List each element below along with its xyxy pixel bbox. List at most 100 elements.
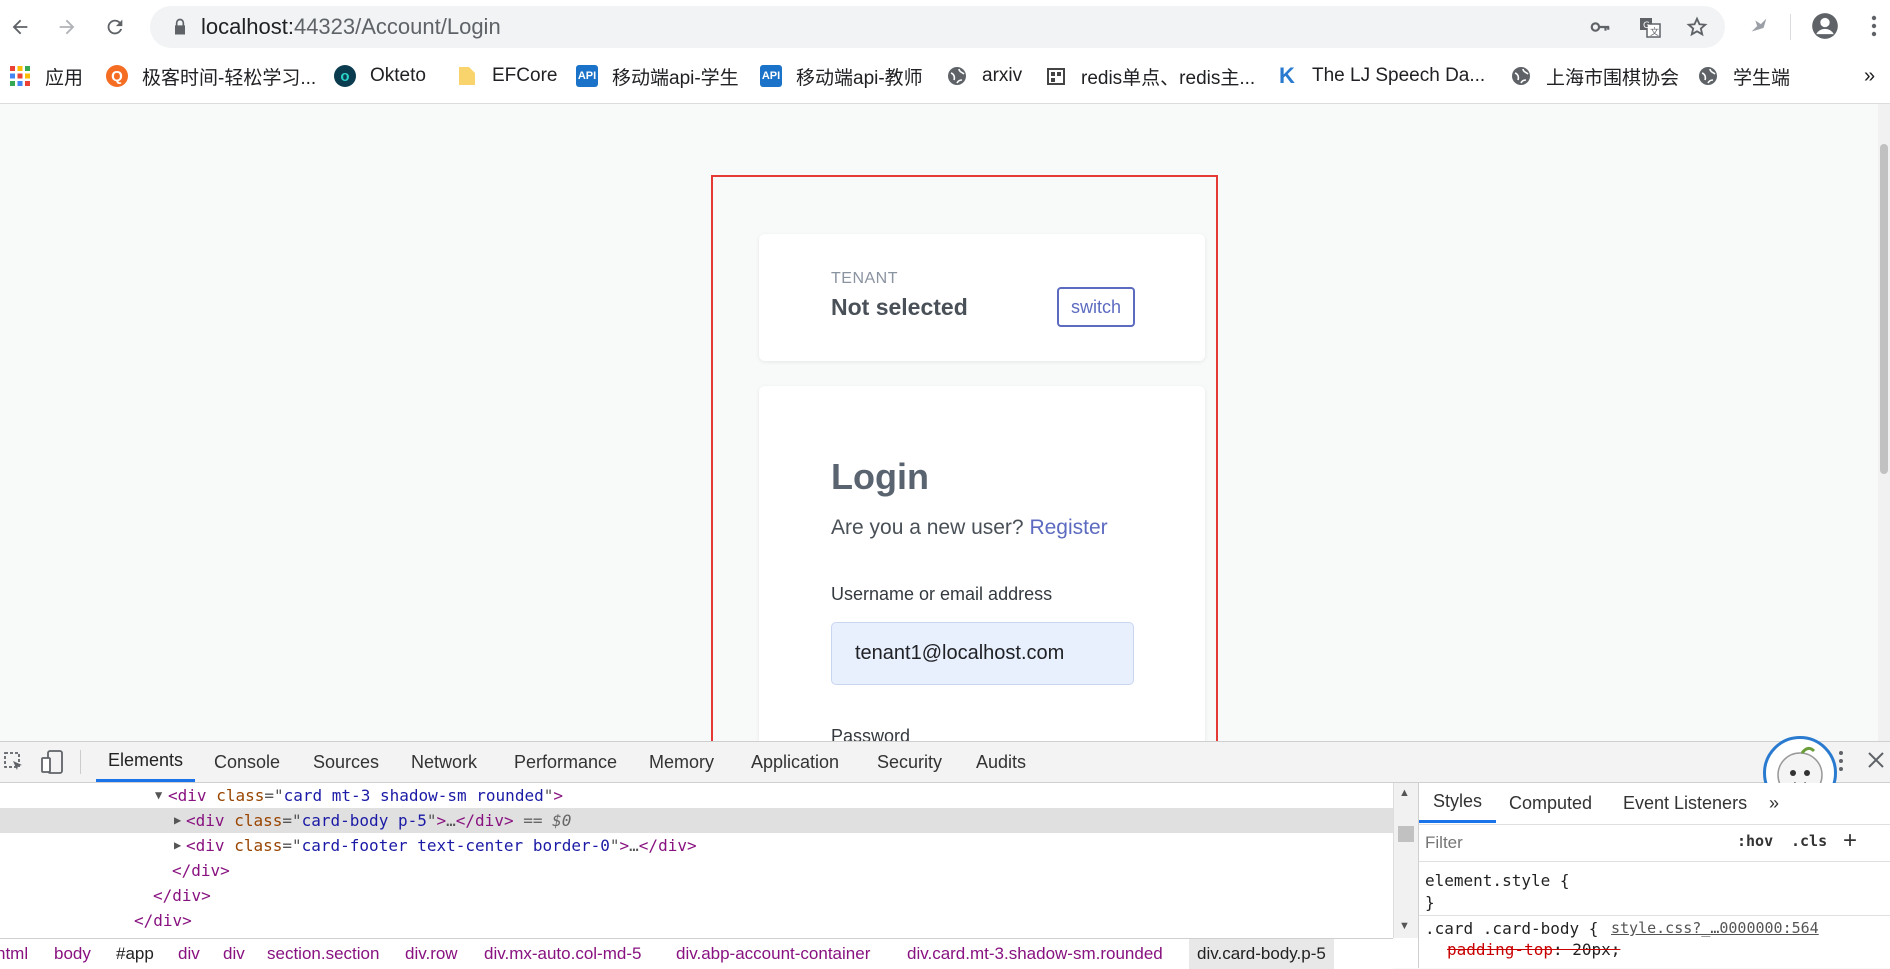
bookmark-api-student[interactable]: API 移动端api-学生	[576, 58, 739, 94]
dom-node-card-body-selected[interactable]: ▶ <div class="card-body p-5">…</div> == …	[0, 808, 1393, 833]
new-style-rule-button[interactable]: +	[1843, 827, 1857, 855]
bookmark-api-teacher[interactable]: API 移动端api-教师	[760, 58, 923, 94]
bookmark-ljspeech[interactable]: K The LJ Speech Da...	[1276, 58, 1485, 94]
breadcrumb-item[interactable]: div.row	[405, 939, 458, 969]
bookmark-weiqi[interactable]: 上海市围棋协会	[1510, 58, 1679, 94]
dom-closing-tag[interactable]: </div>	[0, 883, 1393, 908]
breadcrumb-item[interactable]: div	[223, 939, 245, 969]
breadcrumb-item[interactable]: html	[0, 939, 28, 969]
close-devtools-icon[interactable]	[1866, 750, 1888, 772]
tab-memory[interactable]: Memory	[649, 742, 714, 782]
address-bar[interactable]: localhost:44323/Account/Login G文	[150, 6, 1725, 48]
tab-audits[interactable]: Audits	[976, 742, 1026, 782]
collapsed-triangle-icon[interactable]: ▶	[174, 833, 181, 858]
dom-closing-tag[interactable]: </div>	[0, 858, 1393, 883]
device-toolbar-icon[interactable]	[40, 749, 64, 775]
rule-property: padding-top	[1447, 940, 1553, 959]
tab-sources[interactable]: Sources	[313, 742, 379, 782]
bookmark-student[interactable]: 学生端	[1697, 58, 1790, 94]
bookmark-geektime[interactable]: Q 极客时间-轻松学习...	[106, 58, 316, 94]
tab-event-listeners[interactable]: Event Listeners	[1623, 783, 1747, 823]
styles-pane: Styles Computed Event Listeners » :hov .…	[1418, 783, 1890, 968]
star-icon[interactable]	[1685, 15, 1709, 39]
reload-button[interactable]	[98, 10, 132, 44]
bookmark-label: redis单点、redis主...	[1081, 67, 1256, 89]
globe-icon	[1510, 65, 1532, 87]
page-scrollbar[interactable]	[1878, 104, 1890, 741]
bookmark-label: 上海市围棋协会	[1546, 67, 1680, 89]
collapsed-triangle-icon[interactable]: ▶	[174, 808, 181, 833]
bookmark-label: 移动端api-教师	[796, 67, 923, 89]
element-style-close: }	[1425, 893, 1435, 912]
node-attr: class	[234, 811, 283, 830]
dom-node-card-footer[interactable]: ▶ <div class="card-footer text-center bo…	[0, 833, 1393, 858]
forward-button[interactable]	[50, 10, 84, 44]
scroll-down-arrow-icon[interactable]: ▼	[1399, 920, 1410, 932]
bookmark-arxiv[interactable]: arxiv	[946, 58, 1022, 94]
back-button[interactable]	[3, 10, 37, 44]
tab-application[interactable]: Application	[751, 742, 839, 782]
breadcrumb-item[interactable]: div.mx-auto.col-md-5	[484, 939, 641, 969]
styles-filter-input[interactable]	[1423, 829, 1727, 857]
bookmark-label: Okteto	[370, 65, 426, 86]
rule-selector[interactable]: .card .card-body {	[1425, 919, 1598, 938]
node-attr-value: card-body p-5	[301, 811, 427, 830]
expanded-triangle-icon[interactable]: ▼	[155, 783, 162, 808]
tab-computed[interactable]: Computed	[1509, 783, 1592, 823]
elements-scrollbar[interactable]: ▲ ▼	[1393, 783, 1418, 938]
rule-source-link[interactable]: style.css?_…0000000:564	[1611, 919, 1819, 937]
bookmarks-bar: 应用 Q 极客时间-轻松学习... o Okteto EFCore API 移动端ap…	[0, 58, 1890, 94]
breadcrumb-item[interactable]: div.card.mt-3.shadow-sm.rounded	[907, 939, 1163, 969]
bookmark-apps[interactable]: 应用	[9, 58, 83, 94]
devtools-menu-icon[interactable]	[1838, 750, 1846, 774]
geektime-icon: Q	[106, 65, 128, 87]
bookmark-okteto[interactable]: o Okteto	[334, 58, 426, 94]
tab-console[interactable]: Console	[214, 742, 280, 782]
dom-node-card[interactable]: ▼ <div class="card mt-3 shadow-sm rounde…	[0, 783, 1393, 808]
tab-performance[interactable]: Performance	[514, 742, 617, 782]
profile-avatar-icon[interactable]	[1809, 10, 1841, 42]
cls-toggle[interactable]: .cls	[1791, 832, 1827, 850]
breadcrumb-item[interactable]: body	[54, 939, 91, 969]
bookmark-redis[interactable]: redis单点、redis主...	[1045, 58, 1255, 94]
inspect-element-icon[interactable]	[2, 750, 26, 774]
arrow-right-icon	[59, 19, 75, 35]
k-icon: K	[1279, 63, 1295, 88]
bookmark-efcore[interactable]: EFCore	[456, 58, 557, 94]
node-tag: div	[177, 786, 207, 805]
bookmark-label: arxiv	[982, 65, 1023, 86]
scroll-up-arrow-icon[interactable]: ▲	[1399, 787, 1410, 799]
arrow-left-icon	[12, 19, 28, 35]
menu-kebab-icon[interactable]	[1858, 10, 1890, 42]
element-style-selector[interactable]: element.style {	[1425, 871, 1570, 890]
page-scrollbar-thumb[interactable]	[1880, 144, 1888, 474]
extension-bird-icon[interactable]	[1743, 10, 1775, 42]
key-icon[interactable]	[1588, 15, 1612, 39]
elements-scrollbar-thumb[interactable]	[1398, 826, 1414, 842]
more-bookmarks-button[interactable]: »	[1864, 58, 1875, 94]
rule-value: : 20px;	[1552, 940, 1621, 959]
tab-elements[interactable]: Elements	[96, 742, 196, 782]
breadcrumb-item[interactable]: #app	[116, 939, 154, 969]
translate-icon[interactable]: G文	[1638, 15, 1662, 39]
url-text[interactable]: localhost:44323/Account/Login	[201, 14, 501, 40]
okteto-icon: o	[334, 65, 356, 87]
more-tabs-button[interactable]: »	[1769, 783, 1779, 823]
svg-text:G: G	[1643, 21, 1650, 31]
browser-chrome: localhost:44323/Account/Login G文 应用 Q 极客…	[0, 0, 1890, 104]
node-attr: class	[234, 836, 283, 855]
node-attr-value: card mt-3 shadow-sm rounded	[283, 786, 544, 805]
url-path: 44323/Account/Login	[293, 14, 501, 39]
devtools-divider	[80, 750, 81, 774]
hov-toggle[interactable]: :hov	[1737, 832, 1773, 850]
breadcrumb-item[interactable]: section.section	[267, 939, 379, 969]
dom-closing-tag[interactable]: </div>	[0, 908, 1393, 933]
rule-overridden-declaration[interactable]: padding-top: 20px;	[1447, 940, 1620, 959]
breadcrumb-item[interactable]: div	[178, 939, 200, 969]
breadcrumb-item-selected[interactable]: div.card-body.p-5	[1189, 939, 1334, 969]
breadcrumb-item[interactable]: div.abp-account-container	[676, 939, 870, 969]
tab-network[interactable]: Network	[411, 742, 477, 782]
node-tag: div	[195, 836, 225, 855]
tab-styles[interactable]: Styles	[1419, 783, 1497, 823]
tab-security[interactable]: Security	[877, 742, 942, 782]
